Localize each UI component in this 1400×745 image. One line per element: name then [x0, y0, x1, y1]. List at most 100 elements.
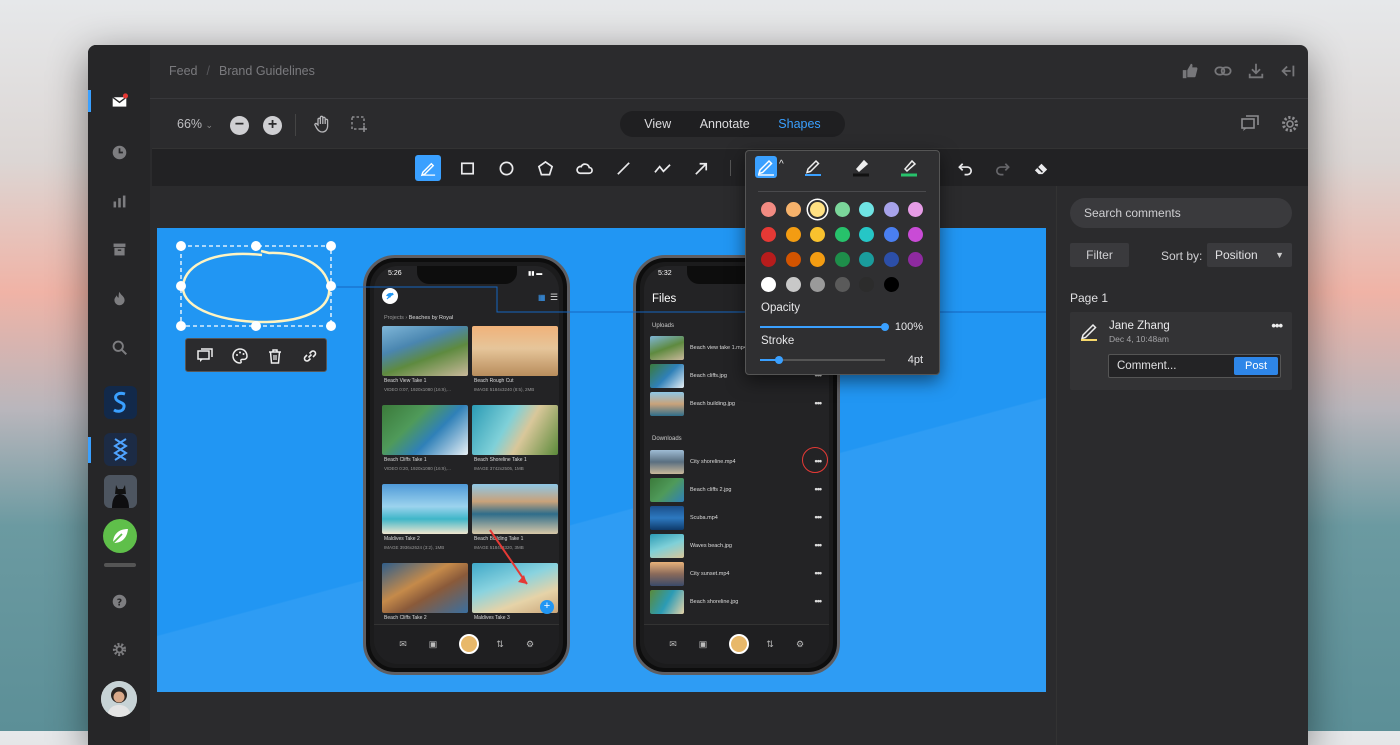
rectangle-tool-icon[interactable]	[454, 155, 480, 181]
color-swatch[interactable]	[859, 277, 874, 292]
breadcrumb-feed-link[interactable]: Feed	[169, 64, 198, 78]
clock-icon[interactable]	[107, 140, 131, 164]
stroke-slider-knob[interactable]	[774, 356, 783, 364]
resize-handle[interactable]	[176, 281, 186, 291]
color-swatch[interactable]	[834, 227, 850, 242]
opacity-track[interactable]	[760, 323, 889, 331]
tab-annotate[interactable]: Annotate	[700, 117, 750, 131]
color-swatch[interactable]	[785, 227, 801, 242]
workspace-app-batman[interactable]	[104, 475, 137, 508]
pen-annotation-icon	[1078, 320, 1100, 342]
chevron-up-icon[interactable]: ^	[779, 159, 784, 170]
comment-more-icon[interactable]: •••	[1271, 318, 1283, 333]
zoom-in-button[interactable]: +	[263, 116, 282, 135]
line-tool-icon[interactable]	[610, 155, 636, 181]
color-palette-icon[interactable]	[231, 347, 249, 365]
marker-style-icon[interactable]	[850, 156, 872, 178]
color-swatch[interactable]	[859, 202, 874, 217]
workspace-app-leaf[interactable]	[103, 519, 137, 553]
tab-shapes[interactable]: Shapes	[778, 117, 820, 131]
cloud-tool-icon[interactable]	[571, 155, 597, 181]
pen-style-blue-icon[interactable]	[802, 156, 824, 178]
resize-handle[interactable]	[176, 241, 186, 251]
highlighter-style-icon[interactable]	[898, 156, 920, 178]
color-swatch[interactable]	[761, 277, 776, 292]
color-swatch[interactable]	[761, 202, 776, 217]
search-icon[interactable]	[107, 335, 131, 359]
app-window: ? Feed / Brand Guidelines 66% ⌄ − + View A…	[88, 45, 1308, 745]
search-comments-input[interactable]: Search comments	[1070, 198, 1292, 228]
redo-icon[interactable]	[989, 155, 1015, 181]
trending-fire-icon[interactable]	[107, 286, 131, 310]
comment-input[interactable]: Comment... Post	[1108, 354, 1281, 378]
arrow-tool-icon[interactable]	[688, 155, 714, 181]
comment-icon[interactable]	[196, 347, 214, 365]
pen-style-selected-icon[interactable]	[755, 156, 777, 178]
workspace-app-helix[interactable]	[104, 433, 137, 466]
color-swatch[interactable]	[908, 227, 923, 242]
color-swatch[interactable]	[883, 252, 899, 267]
color-swatch[interactable]	[834, 202, 850, 217]
trash-icon[interactable]	[266, 347, 284, 365]
comment-author: Jane Zhang	[1109, 320, 1170, 332]
polyline-tool-icon[interactable]	[649, 155, 675, 181]
color-swatch[interactable]	[859, 252, 874, 267]
download-icon[interactable]	[1247, 62, 1267, 82]
post-button[interactable]: Post	[1234, 357, 1278, 375]
color-swatch[interactable]	[883, 227, 899, 242]
undo-icon[interactable]	[952, 155, 978, 181]
color-swatch[interactable]	[810, 227, 825, 242]
color-swatch[interactable]	[785, 277, 801, 292]
resize-handle[interactable]	[251, 321, 261, 331]
tab-view[interactable]: View	[644, 117, 671, 131]
color-swatch[interactable]	[908, 202, 923, 217]
help-icon[interactable]: ?	[107, 589, 131, 613]
color-swatch[interactable]	[859, 227, 874, 242]
color-swatch[interactable]	[883, 277, 899, 292]
resize-handle[interactable]	[326, 281, 336, 291]
settings-icon[interactable]	[1280, 114, 1300, 134]
color-swatch[interactable]	[834, 277, 850, 292]
resize-handle[interactable]	[251, 241, 261, 251]
drawn-ellipse-annotation	[181, 249, 331, 324]
color-swatch[interactable]	[761, 252, 776, 267]
like-thumbs-up-icon[interactable]	[1181, 62, 1201, 82]
ellipse-tool-icon[interactable]	[493, 155, 519, 181]
user-avatar[interactable]	[101, 681, 137, 717]
resize-handle[interactable]	[326, 321, 336, 331]
select-area-icon[interactable]	[350, 115, 368, 133]
eraser-tool-icon[interactable]	[1028, 155, 1054, 181]
settings-gear-icon[interactable]	[107, 637, 131, 661]
comment-card[interactable]: Jane Zhang Dec 4, 10:48am ••• Comment...…	[1070, 312, 1292, 390]
color-swatch[interactable]	[908, 252, 923, 267]
color-swatch[interactable]	[810, 252, 825, 267]
color-swatch[interactable]	[883, 202, 899, 217]
archive-icon[interactable]	[107, 237, 131, 261]
inbox-icon[interactable]	[107, 89, 131, 113]
zoom-out-button[interactable]: −	[230, 116, 249, 135]
view-controls-bar: 66% ⌄ − + View Annotate Shapes	[150, 100, 1308, 148]
color-swatch[interactable]	[810, 277, 825, 292]
analytics-icon[interactable]	[107, 189, 131, 213]
color-swatch[interactable]	[834, 252, 850, 267]
link-icon[interactable]	[1214, 62, 1234, 82]
link-icon[interactable]	[301, 347, 319, 365]
sort-select[interactable]: Position ▼	[1207, 243, 1292, 267]
zoom-dropdown[interactable]: 66% ⌄	[177, 117, 213, 131]
polygon-tool-icon[interactable]	[532, 155, 558, 181]
filter-button[interactable]: Filter	[1070, 243, 1129, 267]
comments-toggle-icon[interactable]	[1240, 114, 1260, 134]
color-swatch[interactable]	[785, 202, 801, 217]
collapse-panel-icon[interactable]	[1279, 62, 1299, 82]
chevron-down-icon: ⌄	[205, 120, 214, 130]
workspace-app-s[interactable]	[104, 386, 137, 419]
hand-pan-icon[interactable]	[312, 114, 332, 134]
color-swatch[interactable]	[761, 227, 776, 242]
pen-tool-icon[interactable]	[415, 155, 441, 181]
color-swatch[interactable]	[785, 252, 801, 267]
resize-handle[interactable]	[176, 321, 186, 331]
color-swatch[interactable]	[810, 202, 825, 217]
stroke-track[interactable]	[760, 356, 885, 364]
resize-handle[interactable]	[326, 241, 336, 251]
opacity-slider-knob[interactable]	[881, 323, 889, 331]
